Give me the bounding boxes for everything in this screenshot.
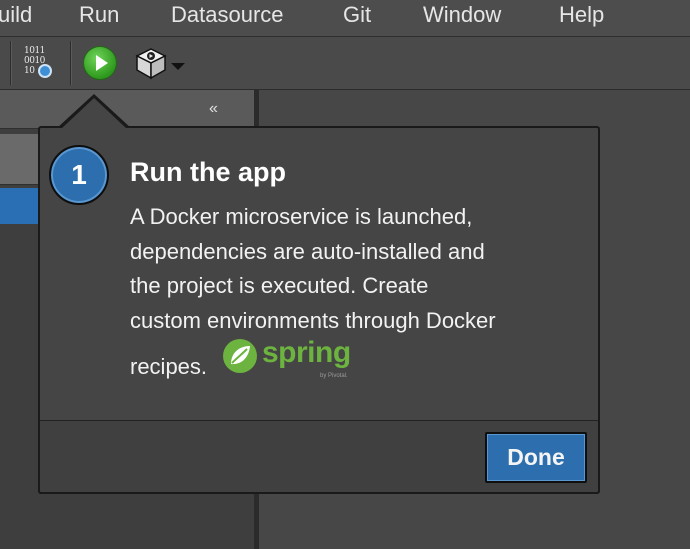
toolbar-separator — [70, 41, 71, 85]
popover-body-line: dependencies are auto-installed and — [130, 238, 485, 264]
gear-icon — [38, 64, 52, 78]
binary-line: 1011 — [24, 46, 45, 56]
popover-body-line: A Docker microservice is launched, — [130, 204, 473, 229]
toolbar: 1011 0010 10 — [0, 37, 690, 90]
binary-config-icon[interactable]: 1011 0010 10 — [22, 44, 58, 84]
popover-body-line: the project is executed. Create — [130, 273, 429, 298]
binary-line: 10 — [24, 66, 35, 76]
step-number-badge: 1 — [49, 145, 109, 205]
spring-leaf-icon — [223, 339, 257, 373]
docker-cube-icon[interactable] — [134, 46, 168, 80]
chevron-down-icon[interactable] — [171, 63, 185, 70]
toolbar-separator — [10, 41, 11, 85]
collapse-panel-icon[interactable]: « — [209, 100, 218, 118]
popover-title: Run the app — [130, 157, 286, 187]
spring-logo: spring by Pivotal. — [222, 336, 362, 384]
spring-wordmark: spring — [262, 336, 351, 369]
menu-build[interactable]: uild — [0, 0, 32, 30]
pivotal-byline: by Pivotal. — [320, 373, 348, 379]
menu-bar: uild Run Datasource Git Window Help — [0, 0, 690, 37]
done-button[interactable]: Done — [485, 432, 587, 483]
menu-help[interactable]: Help — [559, 0, 604, 30]
selected-list-item[interactable] — [0, 188, 40, 224]
menu-run[interactable]: Run — [79, 0, 119, 30]
popover-pointer-fill — [61, 98, 127, 129]
popover-body-line: custom environments through Docker — [130, 307, 496, 333]
run-button[interactable] — [84, 47, 116, 79]
menu-datasource[interactable]: Datasource — [171, 0, 284, 30]
menu-window[interactable]: Window — [423, 0, 501, 30]
menu-git[interactable]: Git — [343, 0, 371, 30]
